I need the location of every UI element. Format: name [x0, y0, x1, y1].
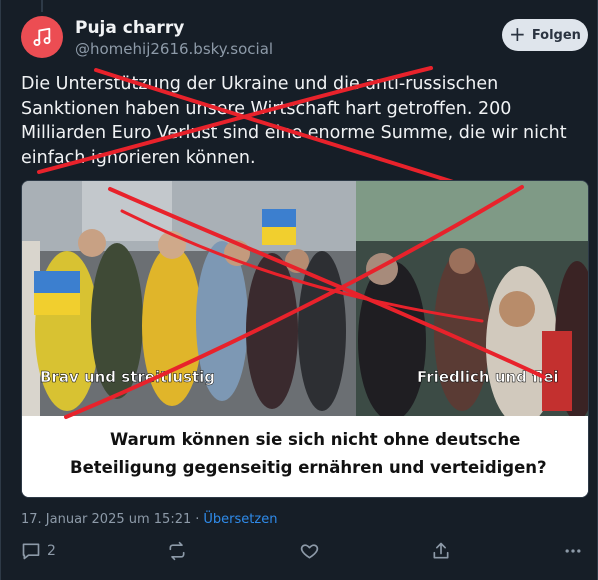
left-image-caption: Brav und streitlustig [40, 368, 215, 386]
follow-button[interactable]: + Folgen [502, 19, 588, 51]
image-question-line-2: Beteiligung gegenseitig ernähren und ver… [70, 458, 547, 477]
more-options-button[interactable] [563, 538, 583, 564]
action-bar: 2 [21, 538, 589, 564]
more-icon [565, 549, 581, 553]
repost-button[interactable] [167, 538, 187, 564]
author-display-name[interactable]: Puja charry [75, 18, 184, 38]
music-note-icon [33, 27, 51, 46]
author-handle[interactable]: @homehij2616.bsky.social [75, 40, 273, 58]
share-button[interactable] [431, 538, 451, 564]
post-text: Die Unterstützung der Ukraine und die an… [21, 74, 567, 168]
meta-separator: · [195, 512, 200, 527]
post-meta: 17. Januar 2025 um 15:21 · Übersetzen [21, 512, 277, 527]
post-card: Puja charry @homehij2616.bsky.social + F… [0, 0, 598, 580]
post-timestamp[interactable]: 17. Januar 2025 um 15:21 [21, 512, 191, 527]
plus-icon: + [509, 22, 526, 46]
repost-icon [169, 541, 185, 561]
avatar[interactable] [21, 16, 63, 58]
translate-link[interactable]: Übersetzen [203, 512, 277, 527]
like-button[interactable] [299, 538, 320, 564]
thread-line [41, 0, 43, 12]
reply-count: 2 [47, 543, 56, 559]
image-question-line-1: Warum können sie sich nicht ohne deutsch… [110, 430, 520, 449]
reply-button[interactable]: 2 [21, 538, 56, 564]
reply-icon [22, 543, 40, 560]
embedded-image[interactable]: Brav und streitlustig Friedlich und flei… [21, 180, 589, 498]
follow-button-label: Folgen [531, 27, 581, 43]
right-image-caption: Friedlich und flei [417, 368, 559, 386]
share-icon [433, 542, 449, 559]
heart-icon [300, 544, 319, 559]
